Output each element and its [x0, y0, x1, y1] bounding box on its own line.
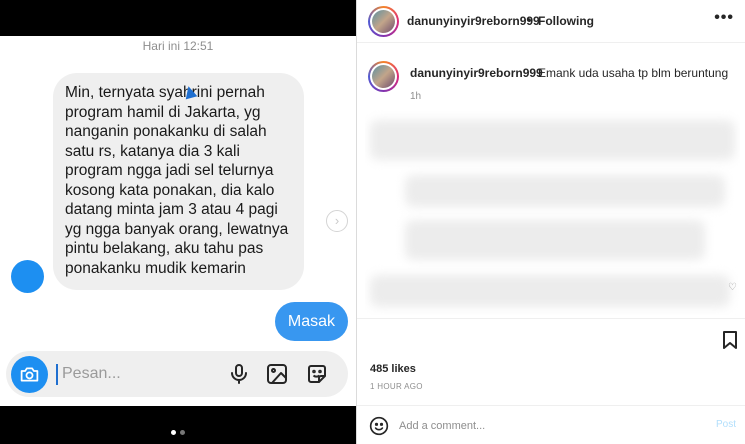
avatar[interactable]	[368, 6, 399, 37]
comment-text: Emank uda usaha tp blm beruntung	[538, 66, 729, 80]
post-button[interactable]: Post	[716, 419, 736, 430]
header-username[interactable]: danunyinyir9reborn999	[407, 14, 540, 28]
comment-input[interactable]	[399, 417, 679, 435]
header-separator: •	[527, 13, 532, 27]
page-dot-active	[171, 430, 176, 435]
post-actions	[357, 318, 745, 358]
page-dot	[180, 430, 185, 435]
camera-icon	[20, 367, 39, 382]
chat-view: Hari ini 12:51 Min, ternyata syahrini pe…	[0, 36, 356, 406]
sent-message-bubble: Masak	[274, 302, 348, 341]
add-comment-bar: Post	[357, 405, 745, 444]
chat-screenshot: Hari ini 12:51 Min, ternyata syahrini pe…	[0, 0, 356, 444]
sticker-icon[interactable]	[305, 362, 329, 386]
comment-avatar[interactable]	[368, 61, 399, 92]
received-message-bubble: Min, ternyata syahrini pernah program ha…	[53, 73, 304, 290]
comment-username[interactable]: danunyinyir9reborn999	[410, 66, 543, 80]
comment-time: 1h	[410, 91, 422, 102]
more-options-icon[interactable]: •••	[714, 9, 734, 27]
text-caret	[56, 364, 58, 385]
heart-icon[interactable]: ♡	[728, 282, 737, 293]
microphone-icon[interactable]	[227, 362, 251, 386]
likes-count[interactable]: 485 likes	[370, 363, 416, 375]
post-panel: danunyinyir9reborn999 • Following ••• da…	[356, 0, 745, 444]
blurred-comments-area	[365, 110, 740, 315]
image-icon[interactable]	[265, 362, 289, 386]
message-composer	[6, 351, 348, 397]
chat-timestamp: Hari ini 12:51	[142, 39, 214, 53]
following-button[interactable]: Following	[538, 14, 594, 28]
page-indicator	[0, 426, 356, 436]
message-input[interactable]	[62, 363, 182, 385]
bookmark-icon[interactable]	[722, 331, 738, 349]
camera-button[interactable]	[11, 356, 48, 393]
post-timestamp: 1 HOUR AGO	[370, 382, 423, 391]
post-header: danunyinyir9reborn999 • Following •••	[357, 0, 745, 43]
sender-avatar[interactable]	[11, 260, 44, 293]
chevron-right-icon[interactable]: ›	[326, 210, 348, 232]
emoji-icon[interactable]	[369, 416, 389, 436]
